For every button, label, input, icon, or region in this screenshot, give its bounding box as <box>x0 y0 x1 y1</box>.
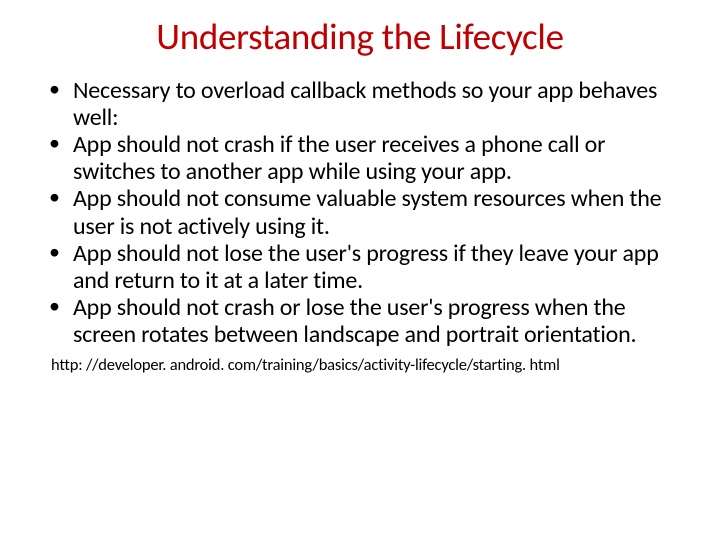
bullet-list: Necessary to overload callback methods s… <box>45 77 675 348</box>
list-item: App should not lose the user's progress … <box>73 240 675 294</box>
list-item: App should not consume valuable system r… <box>73 185 675 239</box>
list-item: App should not crash or lose the user's … <box>73 294 675 348</box>
slide-title: Understanding the Lifecycle <box>45 14 675 59</box>
list-item: App should not crash if the user receive… <box>73 131 675 185</box>
list-item: Necessary to overload callback methods s… <box>73 77 675 131</box>
source-url: http: //developer. android. com/training… <box>45 355 675 375</box>
